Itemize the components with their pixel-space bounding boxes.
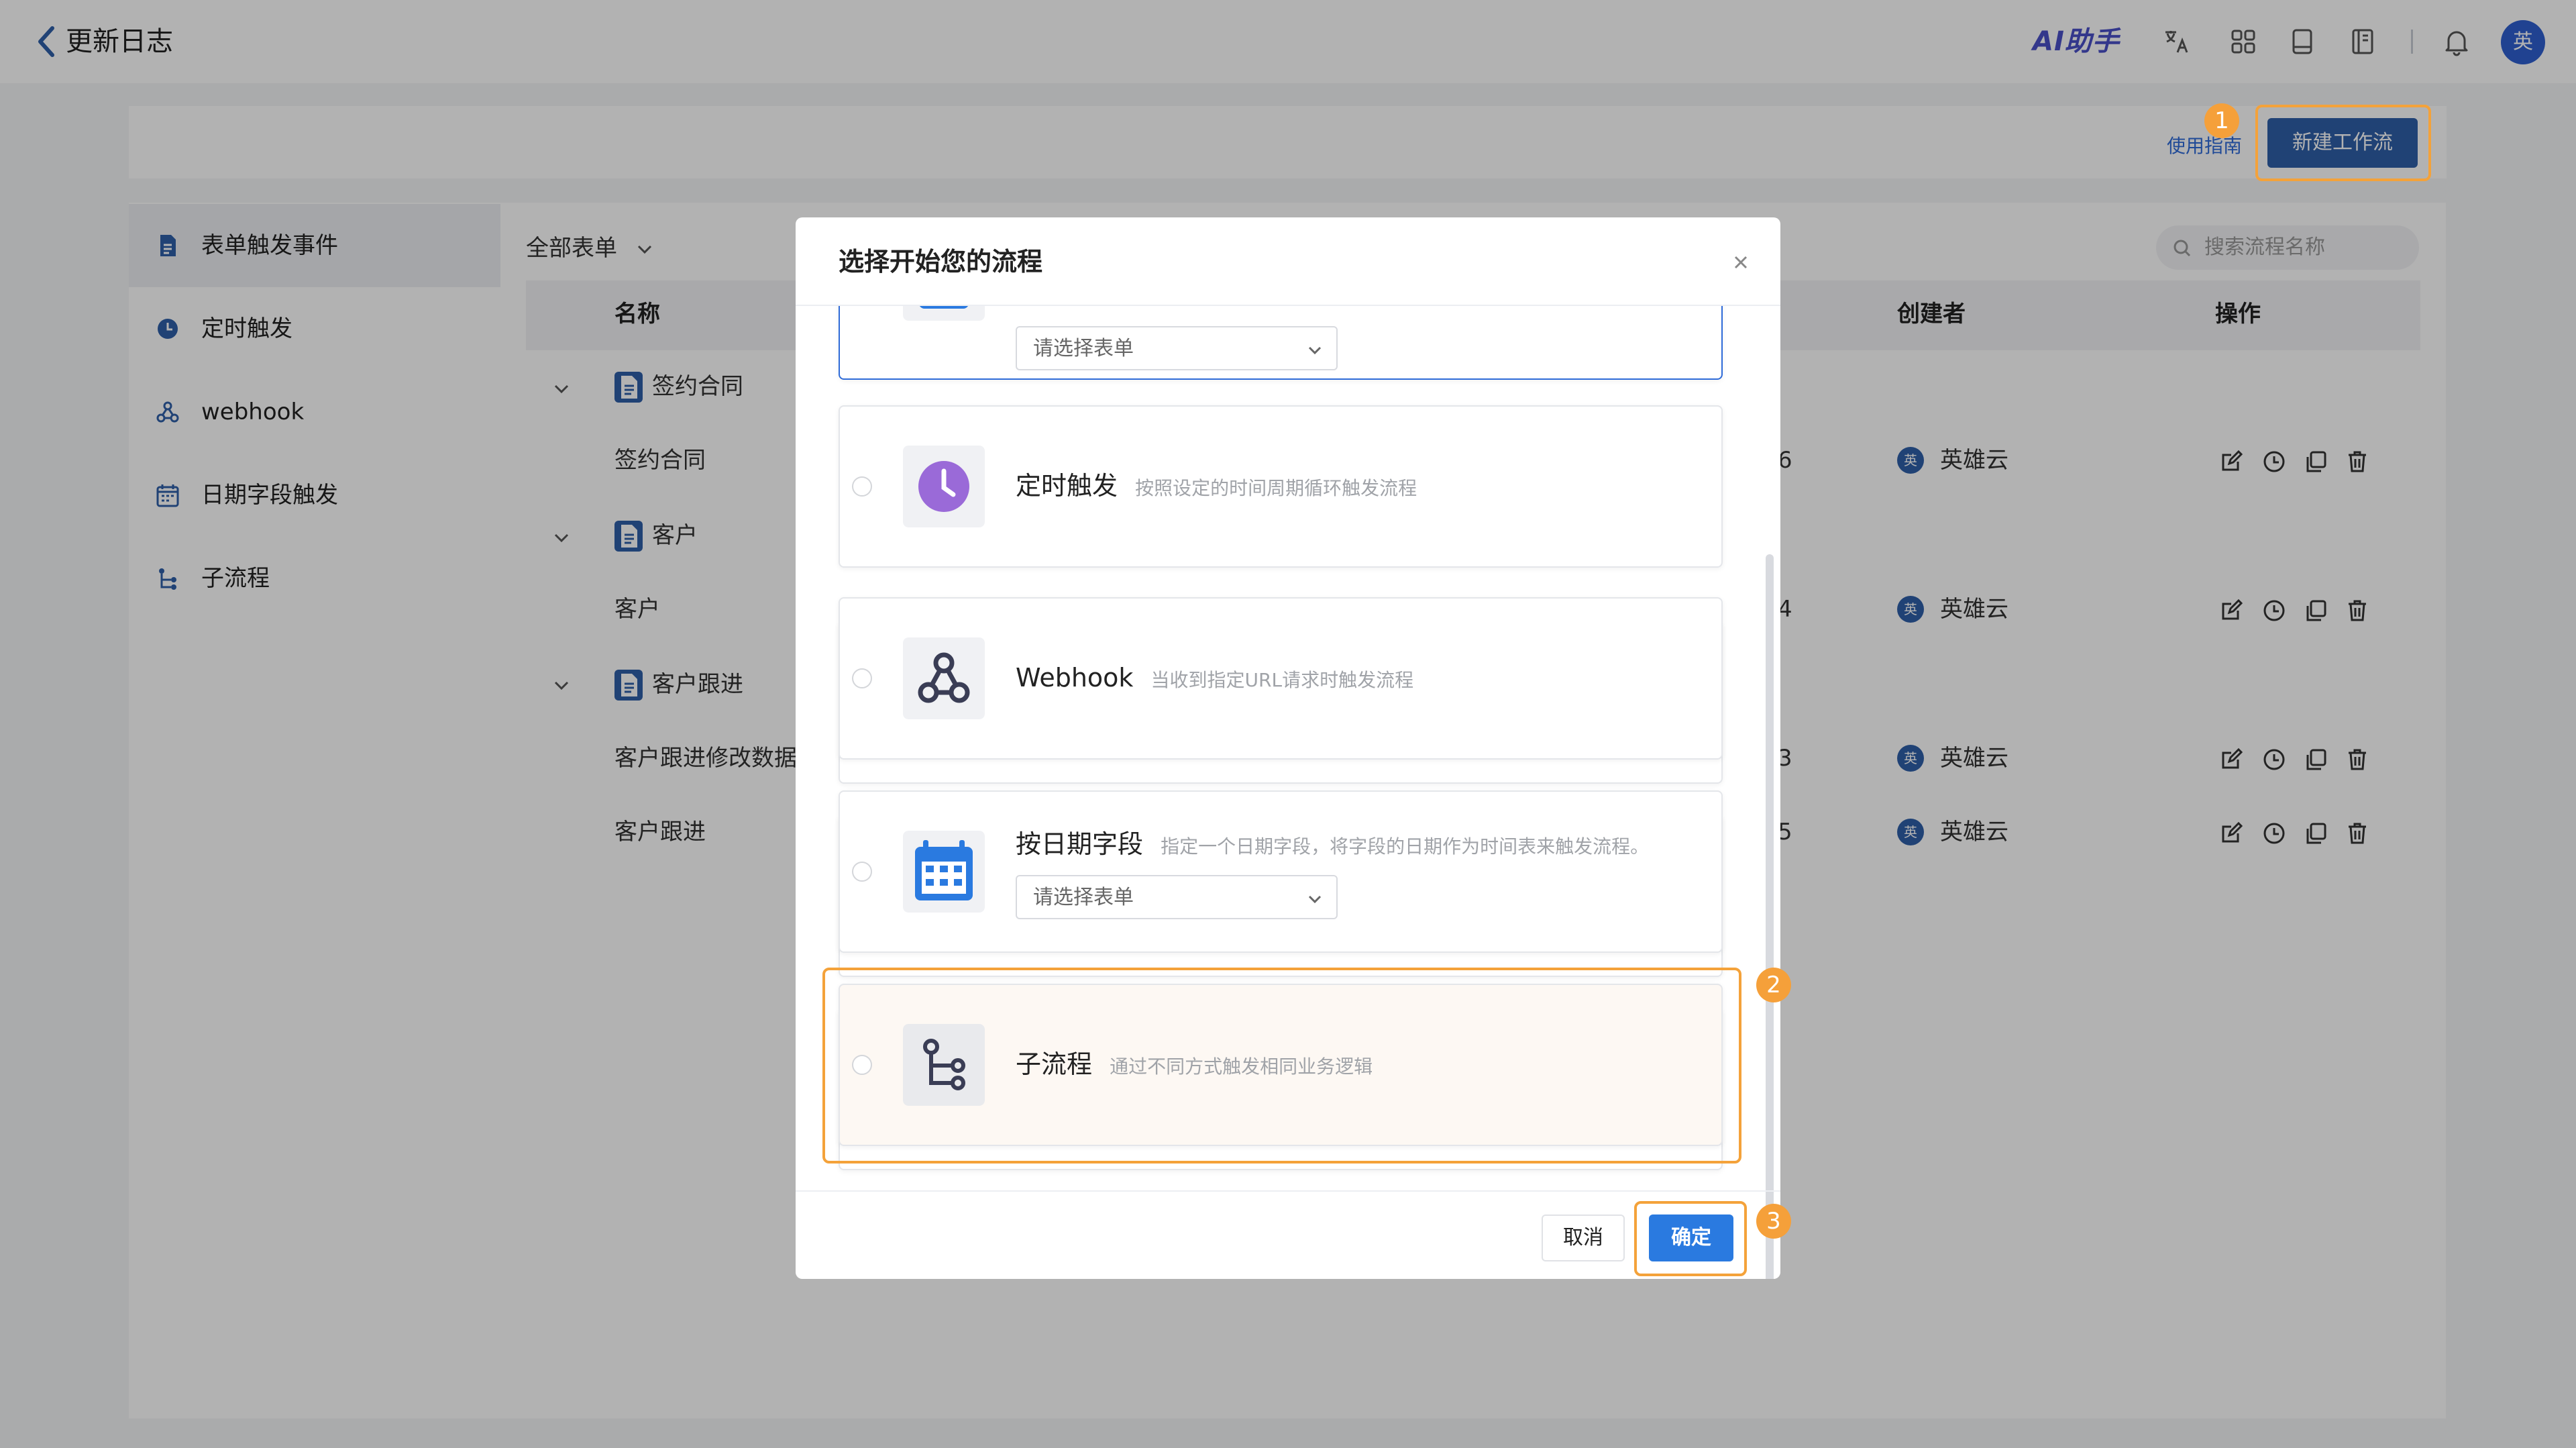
trigger-option-webhook-card[interactable]: Webhook 当收到指定URL请求时触发流程 — [839, 597, 1723, 760]
dialog-title: 选择开始您的流程 — [839, 247, 1043, 276]
radio-webhook[interactable] — [852, 668, 872, 688]
option-description: 指定一个日期字段，将字段的日期作为时间表来触发流程。 — [1161, 835, 1650, 858]
trigger-option-form[interactable]: 请选择表单 — [839, 306, 1723, 380]
select-placeholder: 请选择表单 — [1033, 337, 1134, 360]
option-title: 定时触发 按照设定的时间周期循环触发流程 — [1016, 471, 1417, 501]
option-title: 按日期字段 指定一个日期字段，将字段的日期作为时间表来触发流程。 — [1016, 829, 1650, 859]
highlight-step-2 — [822, 968, 1741, 1163]
select-placeholder: 请选择表单 — [1033, 886, 1134, 909]
trigger-option-timer-card[interactable]: 定时触发 按照设定的时间周期循环触发流程 — [839, 405, 1723, 568]
divider — [796, 1190, 1780, 1192]
option-title: Webhook 当收到指定URL请求时触发流程 — [1016, 663, 1414, 692]
step-badge-2: 2 — [1756, 968, 1791, 1002]
calendar-icon — [903, 831, 985, 913]
highlight-step-3 — [1634, 1201, 1747, 1276]
form-icon — [903, 306, 985, 321]
trigger-option-date-card[interactable]: 按日期字段 指定一个日期字段，将字段的日期作为时间表来触发流程。 请选择表单 — [839, 790, 1723, 953]
close-icon[interactable] — [1729, 251, 1752, 274]
form-select[interactable]: 请选择表单 — [1016, 326, 1338, 370]
clock-icon — [903, 446, 985, 527]
step-badge-1: 1 — [2204, 103, 2239, 138]
chevron-down-icon — [1308, 895, 1322, 904]
radio-date[interactable] — [852, 862, 872, 882]
step-badge-3: 3 — [1756, 1204, 1791, 1239]
radio-timer[interactable] — [852, 476, 872, 497]
scrollbar[interactable] — [1766, 554, 1774, 1279]
form-select[interactable]: 请选择表单 — [1016, 875, 1338, 919]
chevron-down-icon — [1308, 346, 1322, 355]
option-description: 按照设定的时间周期循环触发流程 — [1135, 477, 1417, 499]
option-description: 当收到指定URL请求时触发流程 — [1150, 669, 1414, 691]
cancel-button[interactable]: 取消 — [1542, 1214, 1625, 1261]
webhook-icon — [903, 637, 985, 719]
highlight-step-1 — [2255, 105, 2431, 181]
